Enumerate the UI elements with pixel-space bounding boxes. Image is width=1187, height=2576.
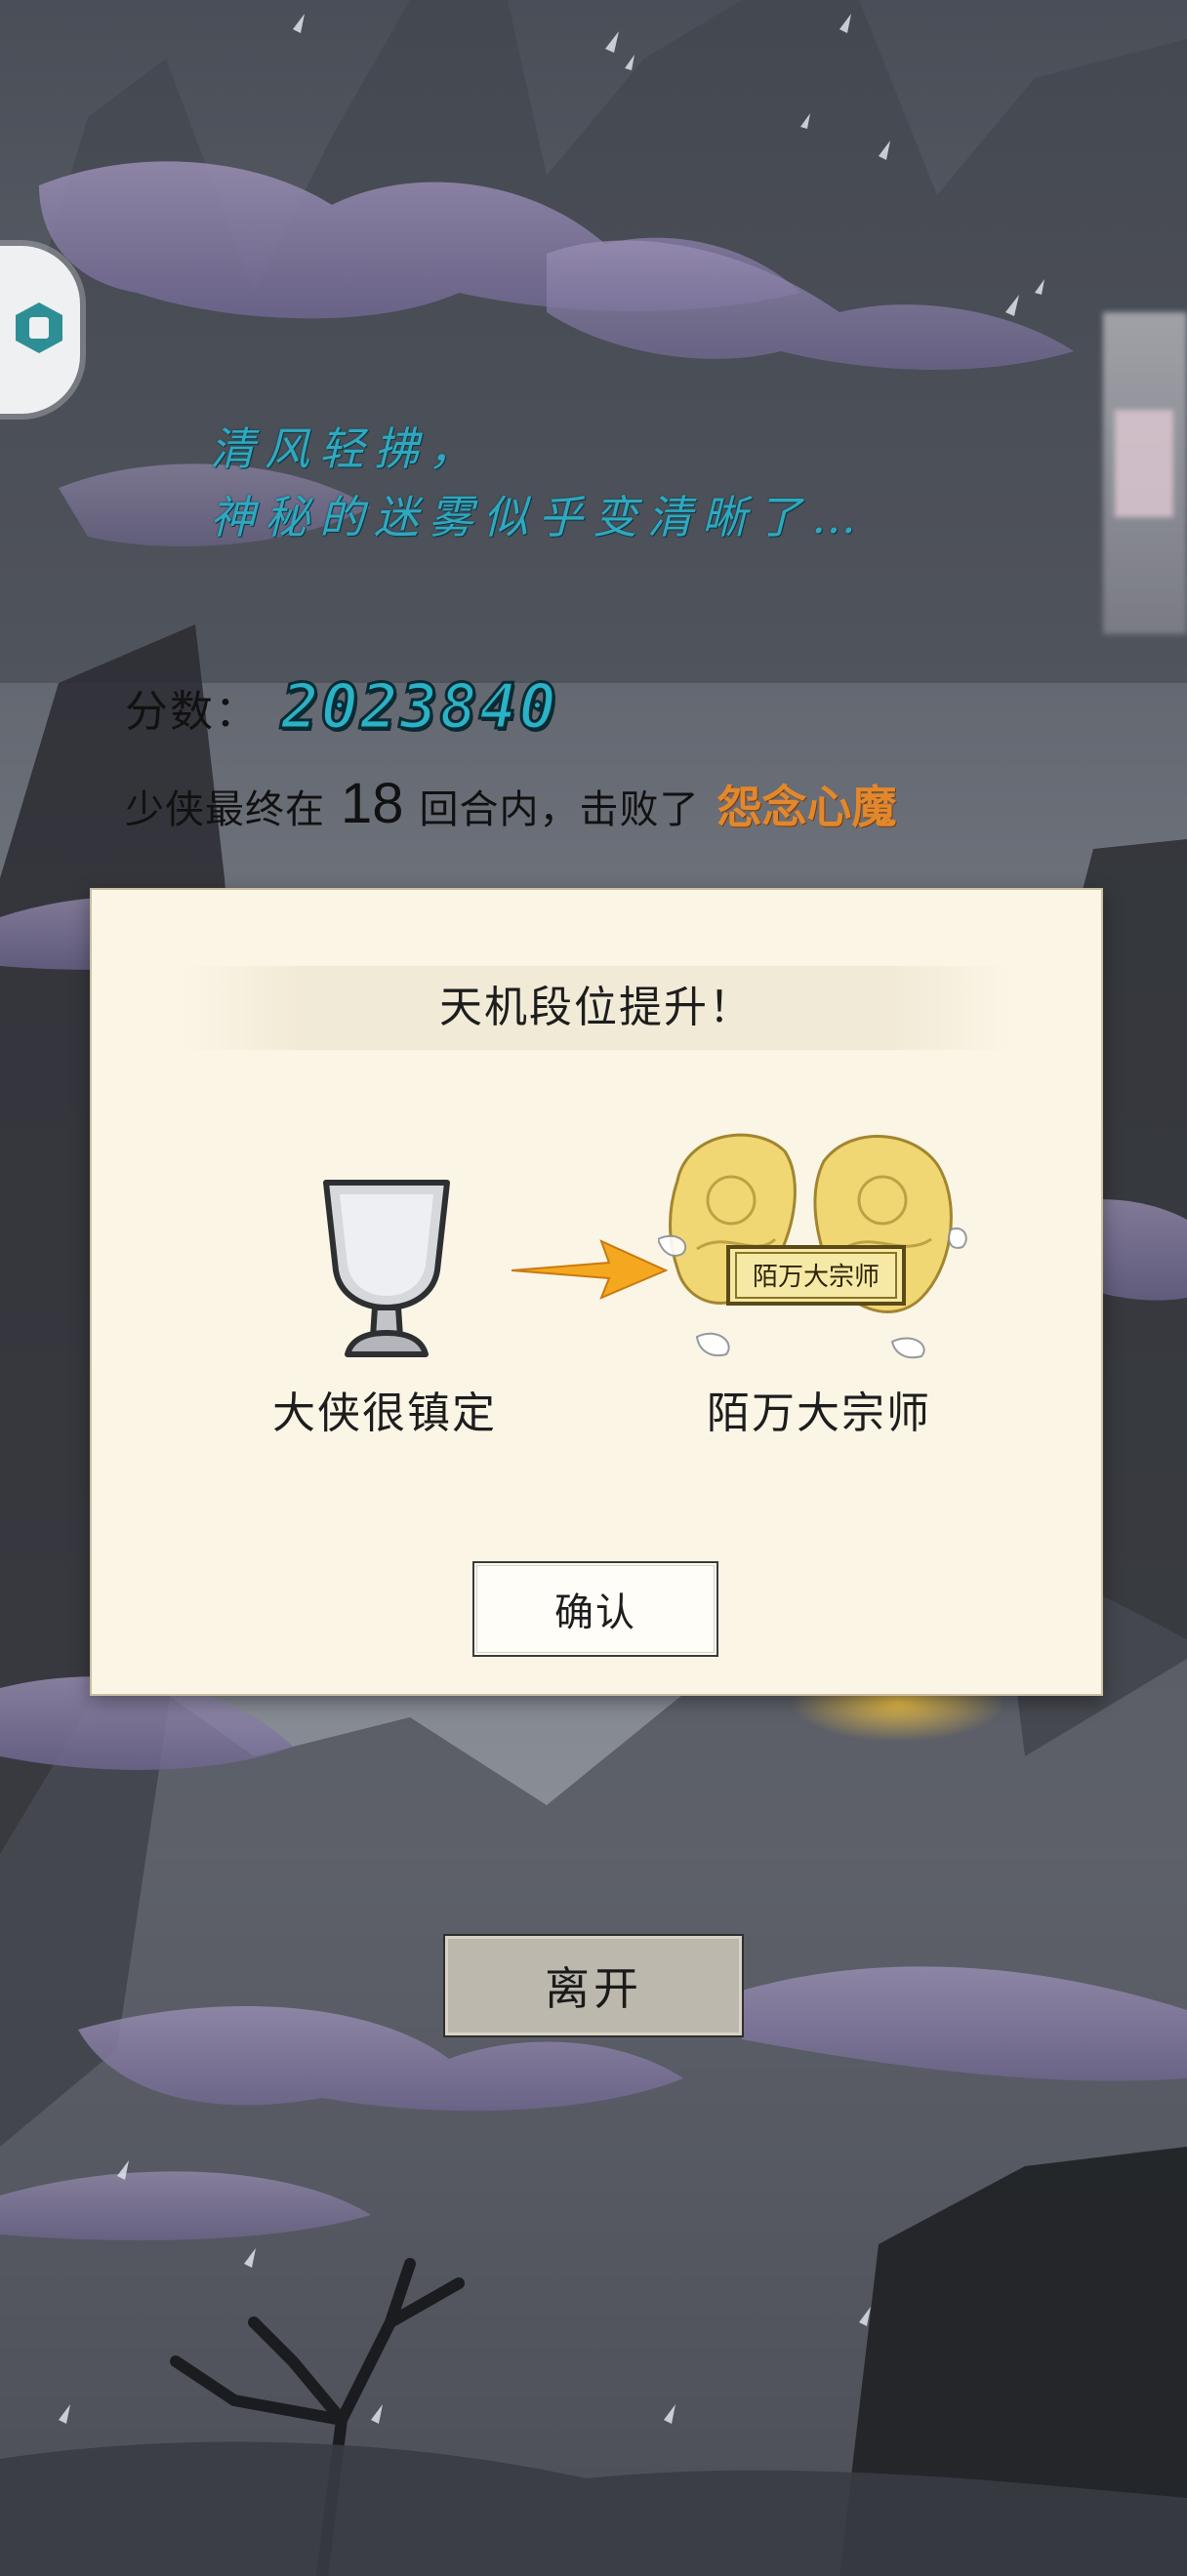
defeat-middle: 回合内，击败了 (419, 787, 700, 832)
blurred-side-tab[interactable] (1103, 312, 1187, 634)
confirm-button[interactable]: 确认 (472, 1561, 718, 1657)
poem-text: 清风轻拂， 神秘的迷雾似乎变清晰了… (210, 415, 866, 551)
dialog-title: 天机段位提升！ (439, 983, 754, 1032)
boss-name: 怨念心魔 (716, 781, 897, 833)
poem-line-2: 神秘的迷雾似乎变清晰了… (210, 491, 866, 543)
side-app-avatar[interactable] (0, 246, 80, 414)
defeat-summary: 少侠最终在 18 回合内，击败了 怨念心魔 (125, 771, 897, 839)
score-label: 分数： (125, 687, 260, 737)
arrow-right-icon (512, 1239, 668, 1300)
score-row: 分数： 2023840 (125, 670, 558, 745)
score-value: 2023840 (280, 670, 558, 745)
rank-up-dialog: 天机段位提升！ 陌万大宗师 大侠很镇定 陌万大宗师 确认 (90, 888, 1103, 1696)
old-rank-label: 大侠很镇定 (272, 1389, 497, 1438)
poem-line-1: 清风轻拂， (210, 423, 483, 475)
silver-goblet-icon (323, 1180, 450, 1357)
golden-dragon-badge-icon: 陌万大宗师 (658, 1133, 967, 1359)
defeat-prefix: 少侠最终在 (125, 787, 325, 832)
game-screen: 清风轻拂， 神秘的迷雾似乎变清晰了… 分数： 2023840 少侠最终在 18 … (0, 0, 1187, 2576)
blurred-tab-content (1115, 410, 1173, 517)
badge-text: 陌万大宗师 (753, 1263, 880, 1292)
round-count: 18 (341, 772, 404, 835)
app-logo-icon (16, 302, 62, 353)
leave-button[interactable]: 离开 (443, 1934, 744, 2037)
new-rank-label: 陌万大宗师 (707, 1389, 931, 1438)
